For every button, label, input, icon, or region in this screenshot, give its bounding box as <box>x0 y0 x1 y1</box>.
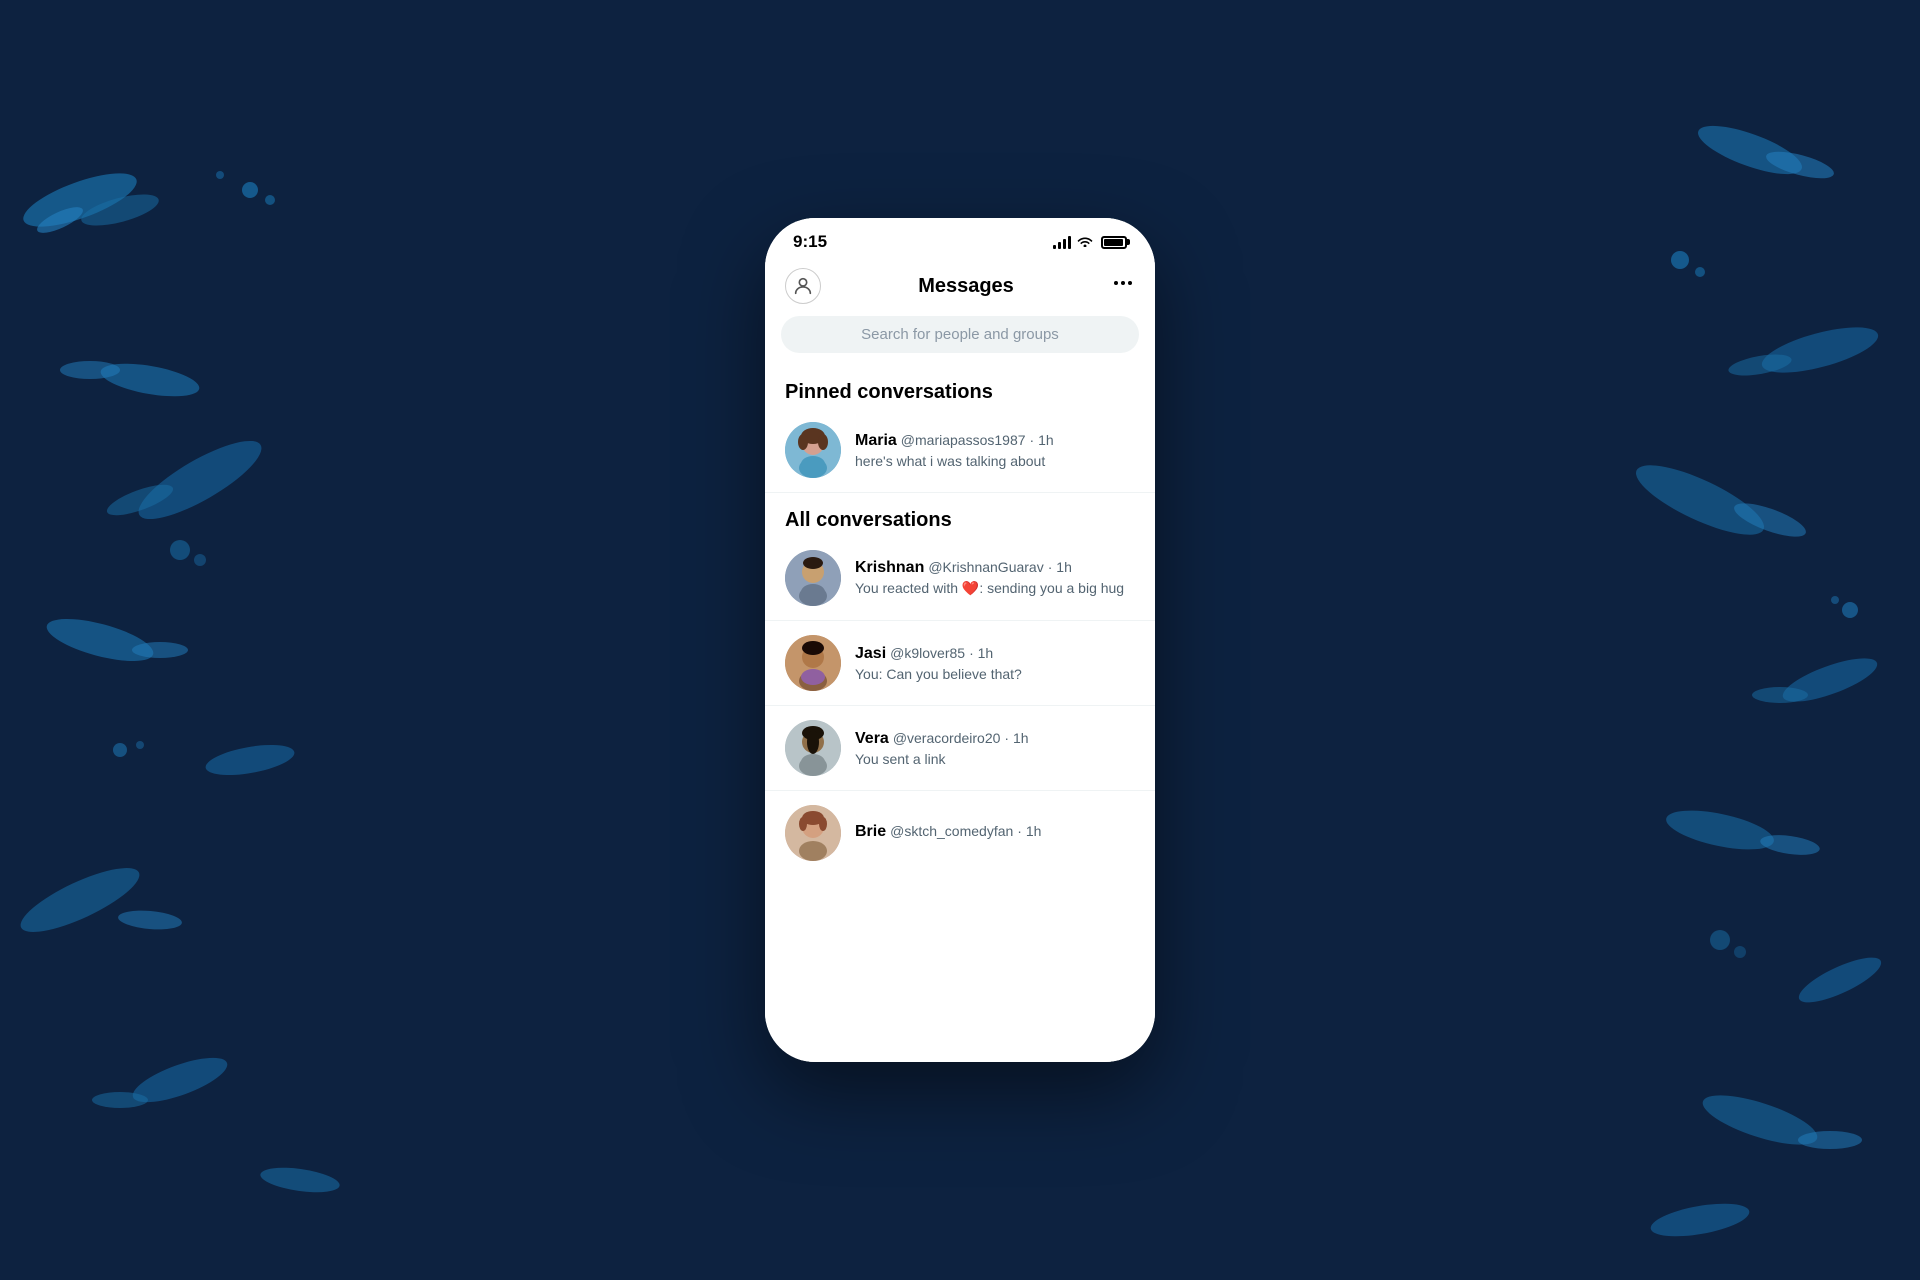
conv-info-vera: Vera @veracordeiro20 · 1h You sent a lin… <box>855 730 1135 767</box>
conv-top-jasi: Jasi @k9lover85 · 1h <box>855 645 1135 663</box>
divider-3 <box>765 705 1155 706</box>
wifi-icon <box>1077 234 1093 250</box>
conv-preview-maria: here's what i was talking about <box>855 453 1105 469</box>
conv-top-krishnan: Krishnan @KrishnanGuarav · 1h <box>855 559 1135 577</box>
conv-handle-brie: @sktch_comedyfan <box>890 823 1013 839</box>
conv-handle-maria: @mariapassos1987 <box>901 432 1026 448</box>
divider-2 <box>765 620 1155 621</box>
conv-info-brie: Brie @sktch_comedyfan · 1h <box>855 823 1135 844</box>
conv-info-maria: Maria @mariapassos1987 · 1h here's what … <box>855 432 1135 469</box>
battery-icon <box>1101 236 1127 249</box>
search-placeholder: Search for people and groups <box>861 326 1059 343</box>
profile-avatar-button[interactable] <box>785 268 821 304</box>
avatar-vera <box>785 720 841 776</box>
conversation-item-krishnan[interactable]: Krishnan @KrishnanGuarav · 1h You reacte… <box>765 540 1155 616</box>
conv-name-maria: Maria <box>855 432 897 450</box>
conv-preview-krishnan: You reacted with ❤️: sending you a big h… <box>855 580 1135 597</box>
app-header: Messages <box>765 260 1155 316</box>
divider-1 <box>765 492 1155 493</box>
conv-handle-jasi: @k9lover85 <box>890 645 965 661</box>
conversation-item-maria[interactable]: Maria @mariapassos1987 · 1h here's what … <box>765 412 1155 488</box>
signal-icon <box>1053 235 1071 249</box>
conv-time-vera: · 1h <box>1004 730 1028 746</box>
conversation-item-vera[interactable]: Vera @veracordeiro20 · 1h You sent a lin… <box>765 710 1155 786</box>
page-title: Messages <box>918 275 1014 298</box>
conv-name-jasi: Jasi <box>855 645 886 663</box>
conversation-item-jasi[interactable]: Jasi @k9lover85 · 1h You: Can you believ… <box>765 625 1155 701</box>
conv-handle-vera: @veracordeiro20 <box>893 730 1001 746</box>
conv-name-vera: Vera <box>855 730 889 748</box>
conv-name-krishnan: Krishnan <box>855 559 924 577</box>
more-options-button[interactable] <box>1111 271 1135 301</box>
conv-preview-jasi: You: Can you believe that? <box>855 666 1105 682</box>
avatar-jasi <box>785 635 841 691</box>
conv-name-brie: Brie <box>855 823 886 841</box>
all-section-header: All conversations <box>765 497 1155 540</box>
conv-time-maria: · 1h <box>1030 432 1054 448</box>
status-bar: 9:15 <box>765 218 1155 260</box>
conversation-item-brie[interactable]: Brie @sktch_comedyfan · 1h <box>765 795 1155 871</box>
conversations-content: Pinned conversations <box>765 369 1155 1062</box>
search-container: Search for people and groups <box>765 316 1155 369</box>
avatar-maria <box>785 422 841 478</box>
conv-info-krishnan: Krishnan @KrishnanGuarav · 1h You reacte… <box>855 559 1135 597</box>
pinned-section-header: Pinned conversations <box>765 369 1155 412</box>
conv-info-jasi: Jasi @k9lover85 · 1h You: Can you believ… <box>855 645 1135 682</box>
avatar-brie <box>785 805 841 861</box>
avatar-krishnan <box>785 550 841 606</box>
conv-handle-krishnan: @KrishnanGuarav <box>928 559 1043 575</box>
search-bar[interactable]: Search for people and groups <box>781 316 1139 353</box>
conv-time-brie: · 1h <box>1017 823 1041 839</box>
conv-time-jasi: · 1h <box>969 645 993 661</box>
conv-time-krishnan: · 1h <box>1048 559 1072 575</box>
status-icons <box>1053 234 1127 250</box>
phone-mockup: 9:15 <box>765 218 1155 1062</box>
divider-4 <box>765 790 1155 791</box>
conv-top-vera: Vera @veracordeiro20 · 1h <box>855 730 1135 748</box>
conv-top-maria: Maria @mariapassos1987 · 1h <box>855 432 1135 450</box>
conv-top-brie: Brie @sktch_comedyfan · 1h <box>855 823 1135 841</box>
status-time: 9:15 <box>793 232 827 252</box>
conv-preview-vera: You sent a link <box>855 751 1105 767</box>
